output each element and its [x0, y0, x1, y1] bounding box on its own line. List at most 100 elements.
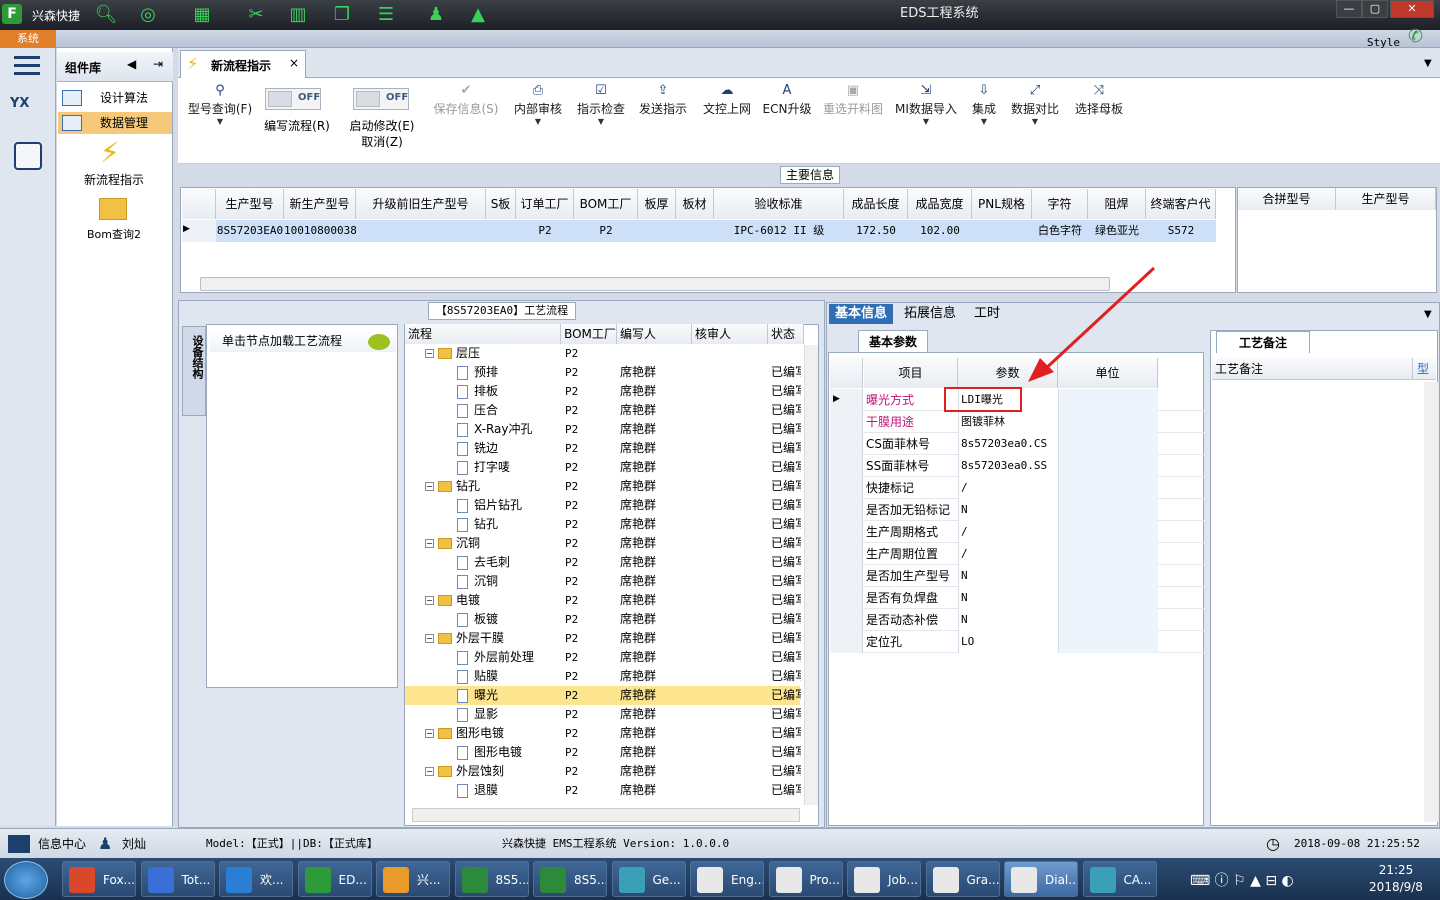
tab-close-icon[interactable]: × [289, 56, 299, 70]
ecn-upgrade-button[interactable]: A ECN升级 [760, 84, 814, 117]
col-header[interactable]: 核审人 [692, 324, 768, 344]
row-header[interactable] [830, 411, 863, 433]
param-row[interactable]: 是否加无铅标记 N [830, 499, 1204, 521]
tree-node[interactable]: 压合 [457, 401, 498, 420]
table-cell[interactable] [676, 220, 714, 242]
tree-row[interactable]: 图形电镀 P2 席艳群 已编写 [405, 743, 801, 762]
table-cell[interactable] [356, 220, 486, 242]
param-value[interactable]: N [958, 587, 1058, 609]
param-row[interactable]: 是否有负焊盘 N [830, 587, 1204, 609]
tab-dropdown-icon[interactable]: ▼ [1424, 58, 1432, 69]
system-button[interactable]: 系统 [0, 30, 56, 48]
col-header[interactable]: 阻焊 [1088, 189, 1146, 219]
tree-row[interactable]: 沉铜 P2 席艳群 已编写 [405, 572, 801, 591]
row-header[interactable] [830, 565, 863, 587]
collapse-icon[interactable]: − [425, 729, 434, 738]
tree-node[interactable]: 预排 [457, 363, 498, 382]
phone-icon[interactable]: ✆ [1408, 26, 1423, 47]
user-icon[interactable]: ♟ [424, 3, 448, 27]
col-header[interactable]: 编写人 [617, 324, 692, 344]
tree-node[interactable]: 板镀 [457, 610, 498, 629]
tree-node[interactable]: X-Ray冲孔 [457, 420, 532, 439]
taskbar-item[interactable]: 欢... [219, 861, 293, 897]
save-info-button[interactable]: ✔ 保存信息(S) [430, 84, 502, 117]
tree-node[interactable]: − 图形电镀 [425, 724, 504, 743]
table-cell[interactable]: P2 [574, 220, 638, 242]
tree-node[interactable]: 铣边 [457, 439, 498, 458]
param-unit[interactable] [1058, 433, 1158, 455]
taskbar-item[interactable]: Tot... [140, 861, 215, 897]
tree-node[interactable]: 曝光 [457, 686, 498, 705]
col-header[interactable]: 板厚 [638, 189, 676, 219]
folder-icon[interactable] [99, 198, 127, 220]
param-unit[interactable] [1058, 631, 1158, 653]
reselect-chart-button[interactable]: ▣ 重选开料图 [820, 84, 886, 117]
collapse-icon[interactable]: − [425, 539, 434, 548]
table-cell[interactable]: S572 [1146, 220, 1216, 242]
row-header[interactable] [830, 455, 863, 477]
param-row[interactable]: 生产周期位置 / [830, 543, 1204, 565]
table-cell[interactable]: 10010800038775 [284, 220, 356, 242]
param-unit[interactable] [1058, 565, 1158, 587]
col-header[interactable]: 板材 [676, 189, 714, 219]
tray-icons[interactable]: ⌨ ⓘ ⚐ ▲ ⊟ ◐ [1190, 870, 1294, 890]
tree-row[interactable]: − 钻孔 P2 席艳群 已编写 [405, 477, 801, 496]
row-header[interactable] [830, 609, 863, 631]
param-value[interactable]: LO [958, 631, 1058, 653]
col-header[interactable]: 流程 [405, 324, 561, 344]
tab-process-notes[interactable]: 工艺备注 [1216, 331, 1310, 353]
param-row[interactable]: 生产周期格式 / [830, 521, 1204, 543]
notes-col-header[interactable]: 工艺备注 型 [1212, 358, 1436, 380]
taskbar-item[interactable]: Ge... [611, 861, 686, 897]
col-header[interactable]: BOM工厂 [574, 189, 638, 219]
tree-row[interactable]: 显影 P2 席艳群 已编写 [405, 705, 801, 724]
dropdown-arrow-icon[interactable]: ▼ [1424, 309, 1432, 320]
notes-col-2[interactable]: 型 [1412, 358, 1429, 380]
col-header[interactable]: BOM工厂 [561, 324, 617, 344]
collapse-icon[interactable]: − [425, 349, 434, 358]
param-unit[interactable] [1058, 477, 1158, 499]
tree-node[interactable]: − 钻孔 [425, 477, 480, 496]
tree-row[interactable]: 预排 P2 席艳群 已编写 [405, 363, 801, 382]
table-cell[interactable]: 白色字符 [1032, 220, 1088, 242]
tree-node[interactable]: − 电镀 [425, 591, 480, 610]
row-header[interactable] [830, 433, 863, 455]
scissors-icon[interactable]: ✂ [244, 3, 268, 27]
table-cell[interactable]: 8S57203EA0 [216, 220, 284, 242]
param-unit[interactable] [1058, 499, 1158, 521]
tree-node[interactable]: − 沉铜 [425, 534, 480, 553]
table-cell[interactable]: P2 [516, 220, 574, 242]
param-value[interactable]: N [958, 609, 1058, 631]
taskbar-item[interactable]: Job... [847, 861, 921, 897]
close-button[interactable]: ✕ [1390, 0, 1434, 18]
tree-node[interactable]: 钻孔 [457, 515, 498, 534]
param-row[interactable]: SS面菲林号 8s57203ea0.SS [830, 455, 1204, 477]
taskbar-item[interactable]: Eng... [690, 861, 764, 897]
tree-node[interactable]: 退膜 [457, 781, 498, 800]
internal-review-button[interactable]: ⎙ 内部审核 ▼ [510, 84, 566, 127]
maximize-button[interactable]: ▢ [1362, 0, 1388, 18]
tree-row[interactable]: 退膜 P2 席艳群 已编写 [405, 781, 801, 800]
param-value[interactable]: / [958, 521, 1058, 543]
col-header[interactable]: 生产型号 [216, 189, 284, 219]
menu-icon[interactable] [14, 56, 40, 76]
taskbar-item[interactable]: 兴... [376, 861, 450, 897]
param-unit[interactable] [1058, 609, 1158, 631]
cancel-button[interactable]: 取消(Z) [344, 133, 420, 150]
nav-item-design-algorithm[interactable]: 设计算法 [58, 87, 172, 109]
tree-row[interactable]: 铣边 P2 席艳群 已编写 [405, 439, 801, 458]
table-cell[interactable] [638, 220, 676, 242]
tab-equipment-structure[interactable]: 设备结构 [182, 326, 206, 416]
col-header[interactable]: 合拼型号 [1238, 188, 1336, 210]
chart-icon[interactable]: ▲ [466, 3, 490, 27]
tree-row[interactable]: 贴膜 P2 席艳群 已编写 [405, 667, 801, 686]
table-cell[interactable] [972, 220, 1032, 242]
mi-import-button[interactable]: ⇲ MI数据导入 ▼ [894, 84, 958, 127]
film-icon[interactable]: ▥ [286, 3, 310, 27]
upload-doc-button[interactable]: ☁ 文控上网 [700, 84, 754, 117]
col-header[interactable]: 成品宽度 [908, 189, 972, 219]
collapse-arrow-icon[interactable]: ◀ [127, 57, 136, 71]
tree-row[interactable]: − 外层干膜 P2 席艳群 已编写 [405, 629, 801, 648]
col-header[interactable]: 生产型号 [1336, 188, 1436, 210]
col-header[interactable]: PNL规格 [972, 189, 1032, 219]
